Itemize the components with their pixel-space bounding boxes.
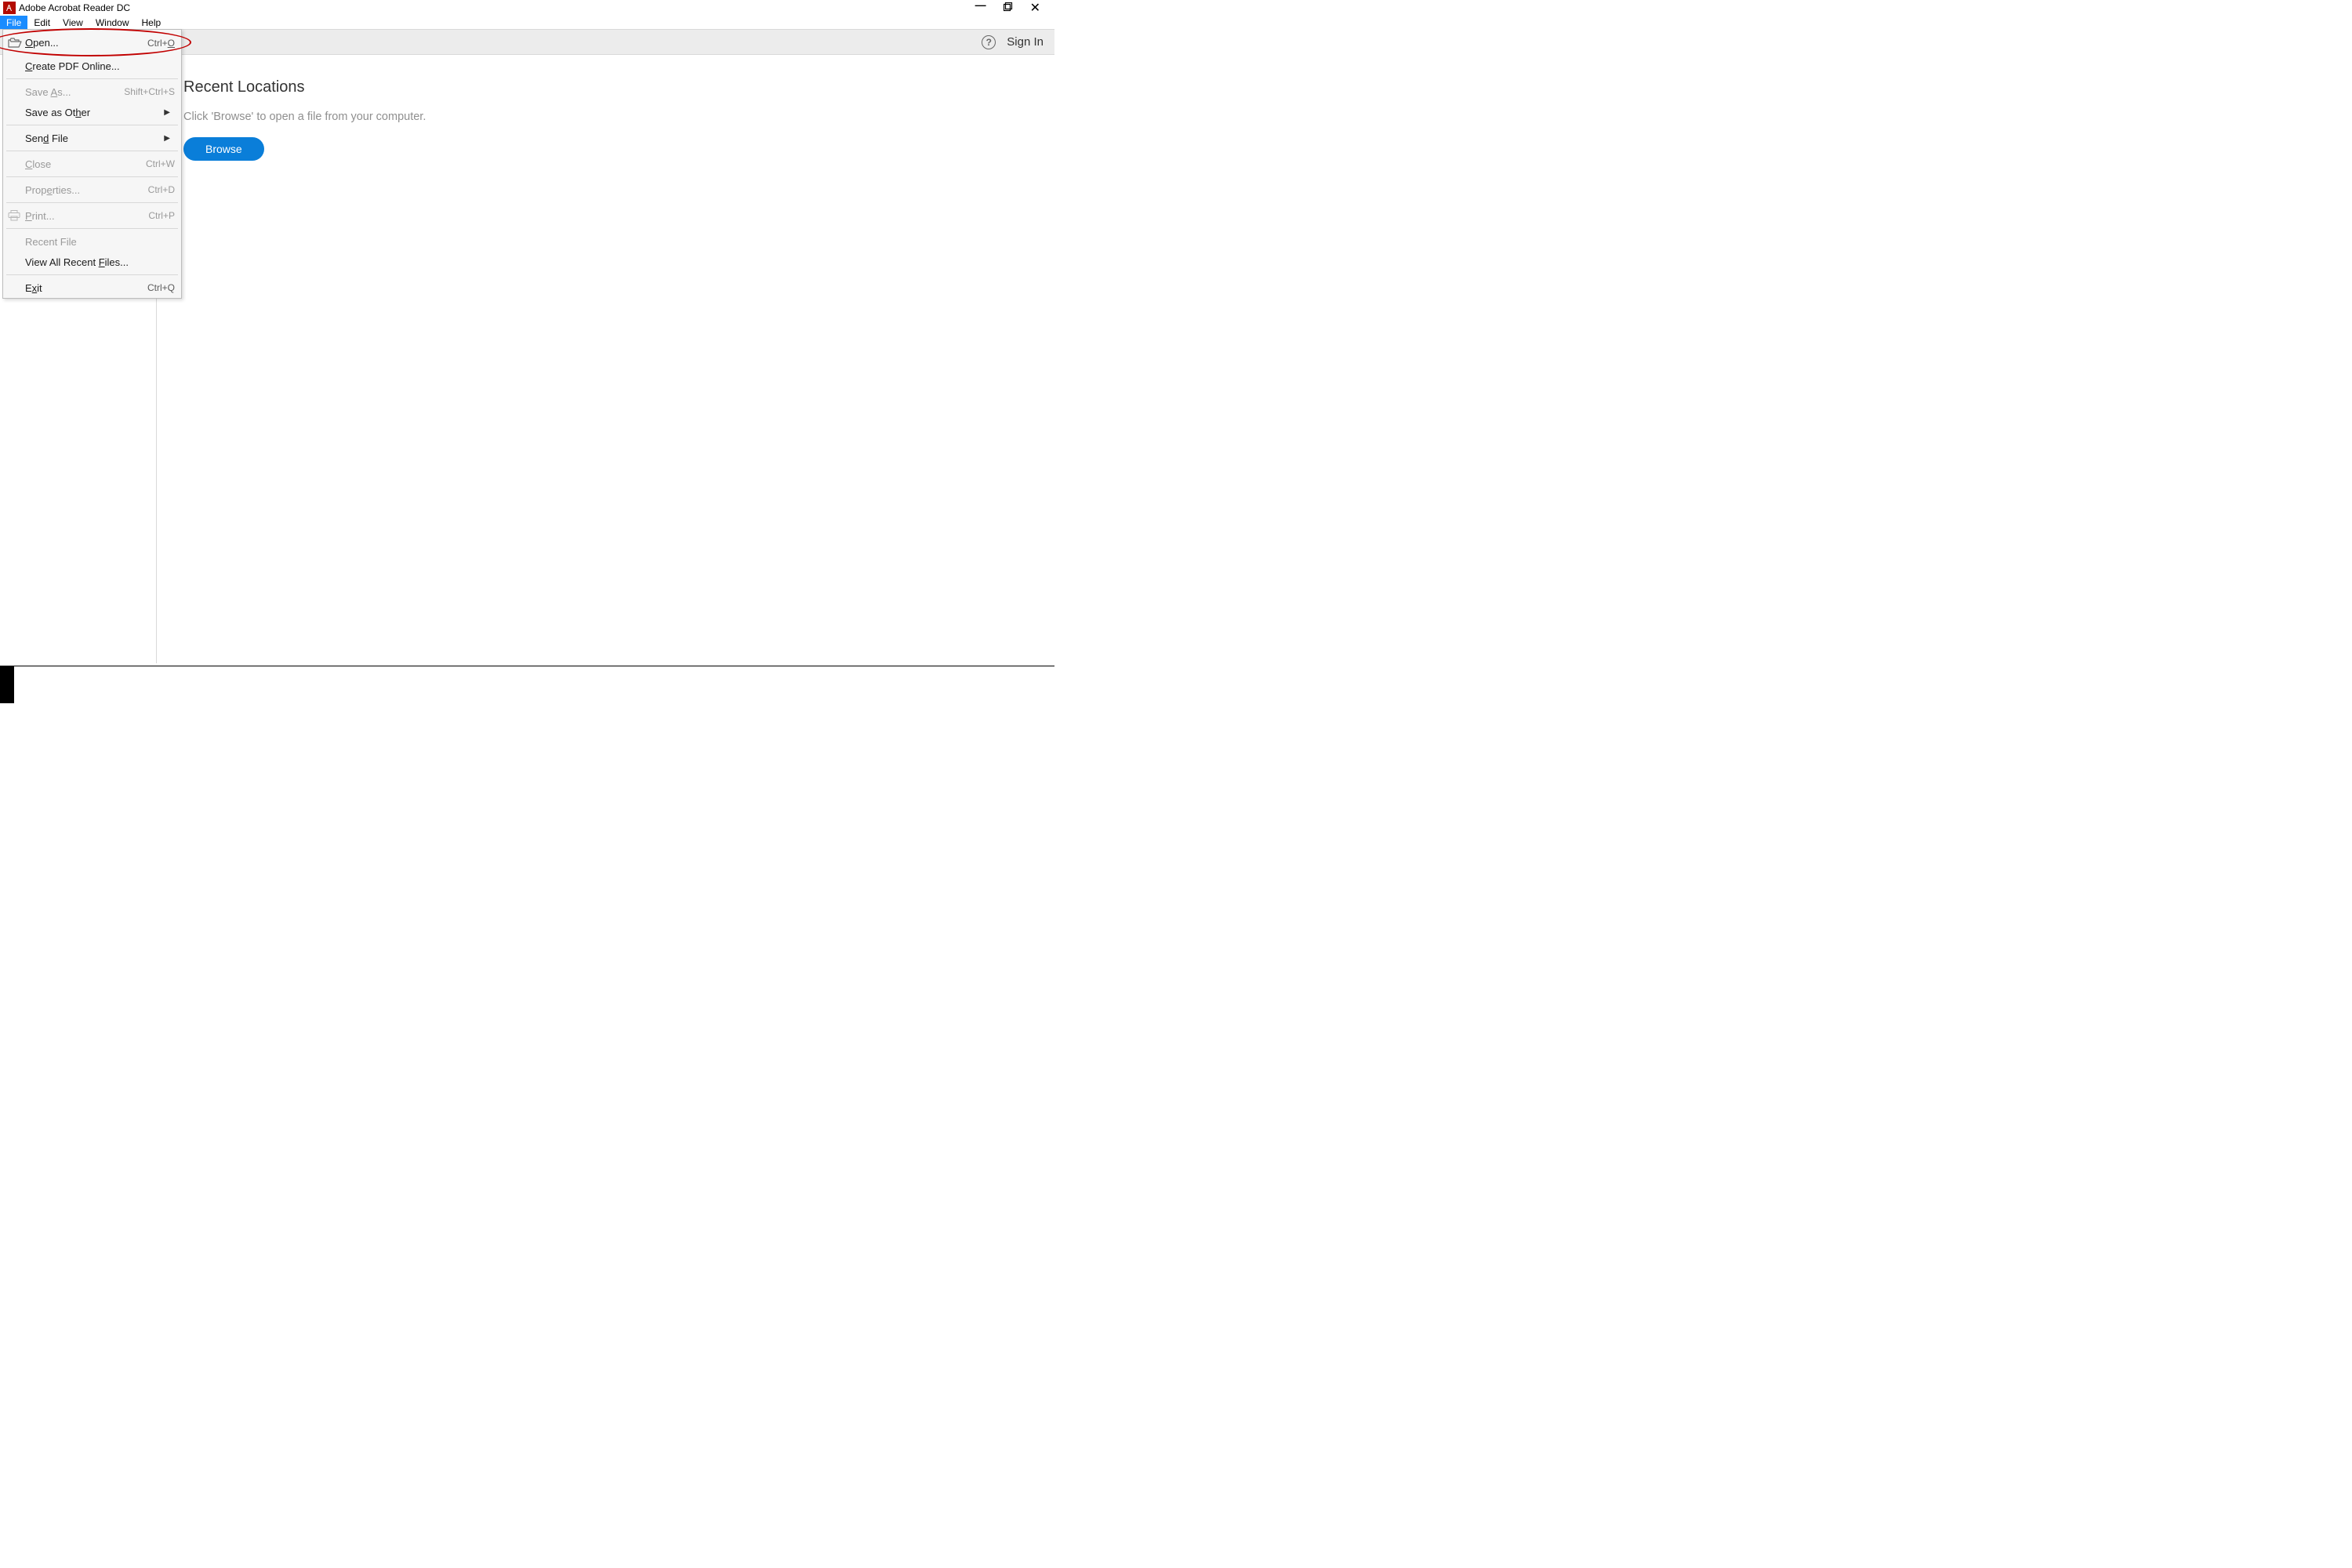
close-button[interactable]: ✕	[1030, 0, 1040, 16]
menu-print-label: Print...	[25, 210, 148, 222]
menu-exit[interactable]: Exit Ctrl+Q	[3, 278, 181, 298]
menu-recent-file: Recent File	[3, 231, 181, 252]
menu-exit-shortcut: Ctrl+Q	[147, 282, 176, 293]
menu-properties: Properties... Ctrl+D	[3, 180, 181, 200]
signin-link[interactable]: Sign In	[1007, 35, 1044, 49]
menu-save-as-label: Save As...	[25, 86, 124, 98]
menubar-item-edit[interactable]: Edit	[27, 16, 56, 29]
titlebar: Adobe Acrobat Reader DC — ✕	[0, 0, 1054, 16]
menu-save-as-other[interactable]: Save as Other ▶	[3, 102, 181, 122]
recent-locations-title: Recent Locations	[183, 78, 1039, 96]
app-title: Adobe Acrobat Reader DC	[19, 2, 130, 13]
content-panel: Recent Locations Click 'Browse' to open …	[157, 55, 1054, 663]
menu-view-recent[interactable]: View All Recent Files...	[3, 252, 181, 272]
menu-properties-label: Properties...	[25, 184, 148, 196]
menu-properties-shortcut: Ctrl+D	[148, 184, 176, 195]
menu-create-pdf[interactable]: Create PDF Online...	[3, 56, 181, 76]
separator	[6, 274, 178, 275]
folder-open-icon	[8, 38, 25, 49]
menu-print-shortcut: Ctrl+P	[148, 210, 176, 221]
recent-locations-hint: Click 'Browse' to open a file from your …	[183, 111, 1039, 123]
app-icon	[3, 2, 16, 14]
help-icon[interactable]: ?	[982, 35, 996, 49]
menubar-item-view[interactable]: View	[56, 16, 89, 29]
menu-save-as-shortcut: Shift+Ctrl+S	[124, 86, 176, 97]
taskbar-fragment	[0, 666, 14, 703]
menu-close: Close Ctrl+W	[3, 154, 181, 174]
menu-view-recent-label: View All Recent Files...	[25, 256, 176, 268]
separator	[6, 176, 178, 177]
menu-open-label: Open...	[25, 37, 147, 49]
menu-close-label: Close	[25, 158, 146, 170]
menu-save-as: Save As... Shift+Ctrl+S	[3, 82, 181, 102]
menu-send-file-label: Send File	[25, 132, 164, 144]
bottom-strip	[14, 666, 1054, 703]
maximize-button[interactable]	[1004, 2, 1013, 14]
file-dropdown: Open... Ctrl+O Create PDF Online... Save…	[2, 29, 182, 299]
menu-close-shortcut: Ctrl+W	[146, 158, 176, 169]
menu-recent-file-label: Recent File	[25, 236, 176, 248]
menu-send-file[interactable]: Send File ▶	[3, 128, 181, 148]
submenu-arrow-icon: ▶	[164, 108, 176, 117]
menu-open-shortcut: Ctrl+O	[147, 38, 176, 49]
menubar-item-file[interactable]: File	[0, 16, 27, 29]
print-icon	[8, 210, 25, 221]
menubar-item-help[interactable]: Help	[136, 16, 168, 29]
separator	[6, 228, 178, 229]
menu-print: Print... Ctrl+P	[3, 205, 181, 226]
submenu-arrow-icon: ▶	[164, 134, 176, 143]
menu-exit-label: Exit	[25, 282, 147, 294]
minimize-button[interactable]: —	[975, 0, 986, 11]
menubar-item-window[interactable]: Window	[89, 16, 136, 29]
browse-button[interactable]: Browse	[183, 137, 264, 161]
window-controls: — ✕	[975, 0, 1054, 16]
menu-create-pdf-label: Create PDF Online...	[25, 60, 176, 72]
separator	[6, 78, 178, 79]
menubar: File Edit View Window Help	[0, 16, 1054, 29]
menu-open[interactable]: Open... Ctrl+O	[3, 30, 181, 56]
menu-save-as-other-label: Save as Other	[25, 107, 164, 118]
separator	[6, 202, 178, 203]
